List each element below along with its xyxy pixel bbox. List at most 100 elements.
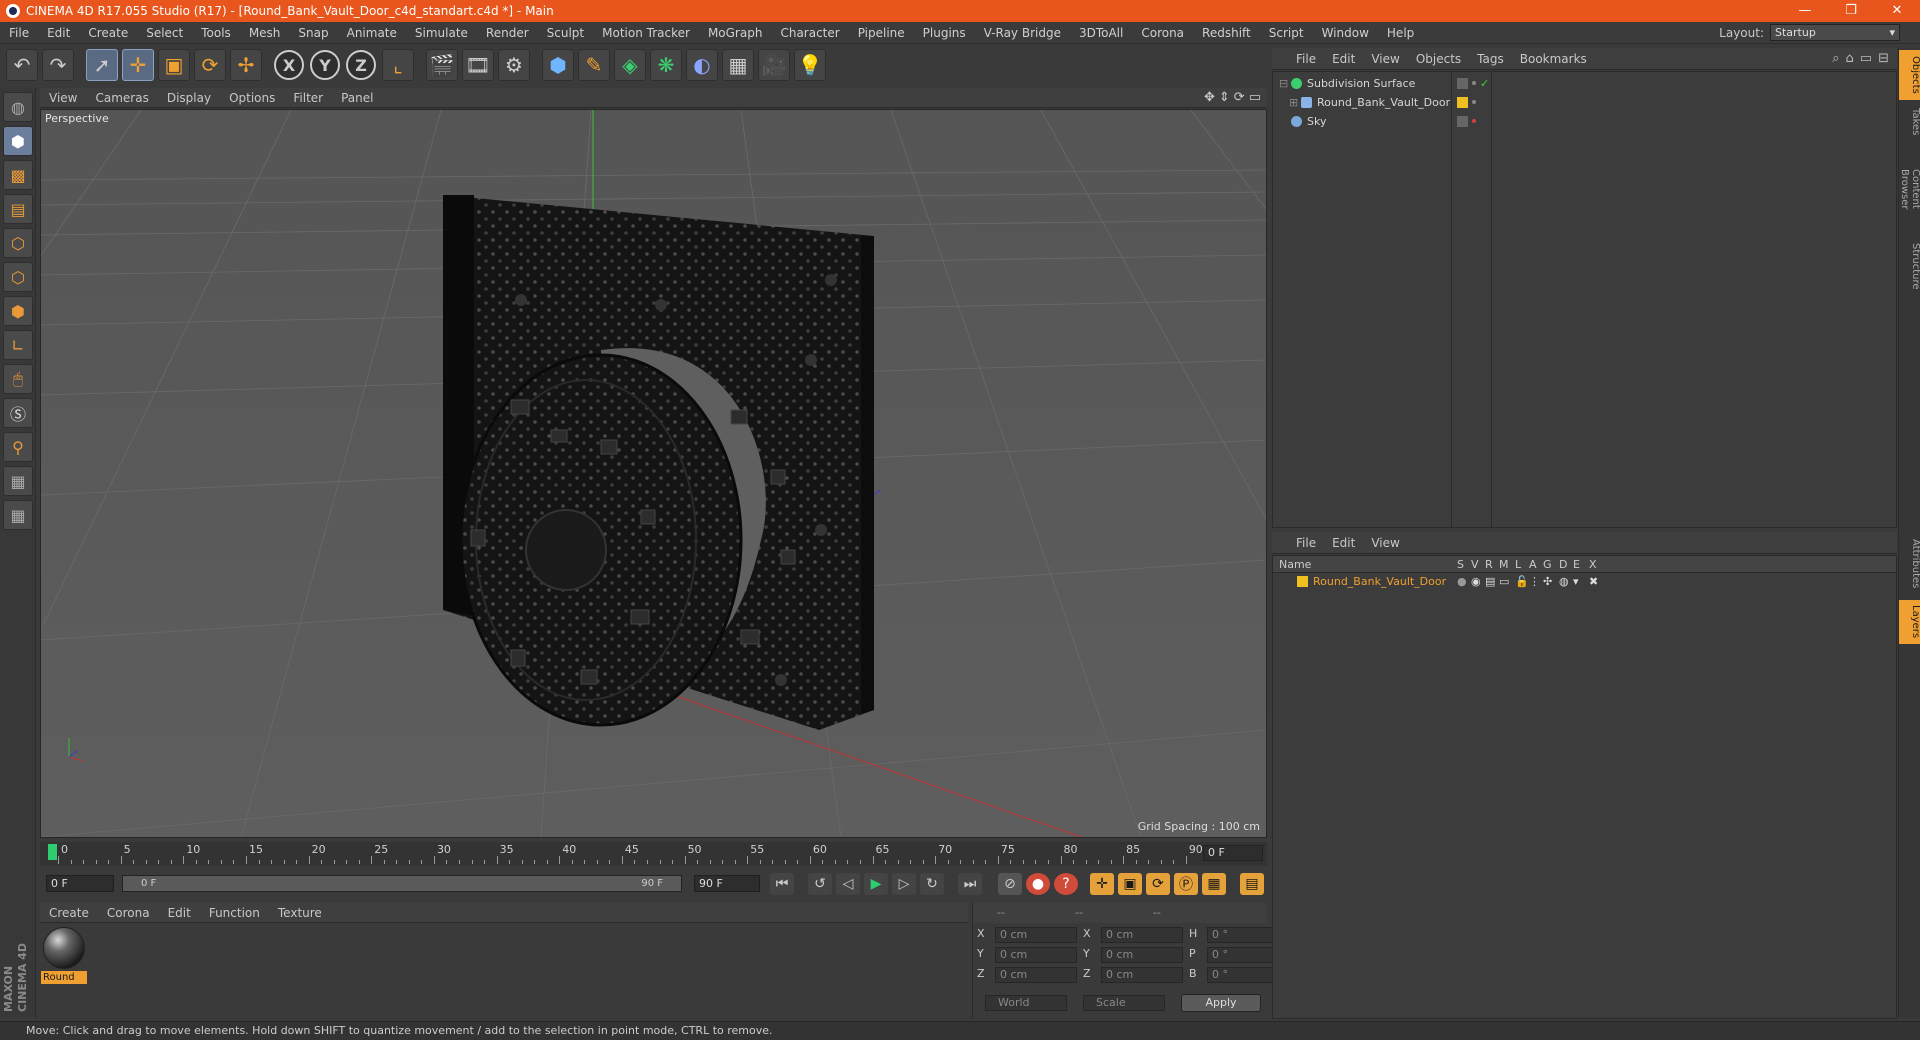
select-arrow-icon[interactable]: ➚	[86, 49, 118, 81]
lock-workplane-icon[interactable]: ▦	[3, 466, 33, 496]
material-menu-function[interactable]: Function	[200, 903, 269, 923]
pan-icon[interactable]: ✥	[1204, 90, 1215, 105]
key-parameter-icon[interactable]: Ⓟ	[1174, 873, 1198, 895]
viewport-menu-view[interactable]: View	[40, 88, 86, 108]
floor-grid-icon[interactable]: ▦	[722, 49, 754, 81]
timeline-playhead[interactable]	[48, 844, 57, 860]
coordinate-system-icon[interactable]: ⌞	[382, 49, 414, 81]
zoom-icon[interactable]: ⇕	[1219, 90, 1230, 105]
menu-character[interactable]: Character	[771, 22, 848, 44]
texture-mode-icon[interactable]: ▩	[3, 160, 33, 190]
next-frame-icon[interactable]: ▷	[892, 873, 916, 895]
column-animation[interactable]: A	[1529, 556, 1537, 573]
material-menu-create[interactable]: Create	[40, 903, 98, 923]
tab-layers[interactable]: Layers	[1899, 600, 1920, 644]
menu-edit[interactable]: Edit	[38, 22, 79, 44]
material-name-label[interactable]: Round	[41, 971, 87, 984]
previous-frame-icon[interactable]: ◁	[836, 873, 860, 895]
tab-structure[interactable]: Structure	[1899, 238, 1920, 294]
layer-tag-icon[interactable]	[1457, 78, 1468, 89]
size-z-field[interactable]: 0 cm	[1101, 967, 1183, 983]
tab-attributes[interactable]: Attributes	[1899, 532, 1920, 596]
menu-window[interactable]: Window	[1313, 22, 1378, 44]
array-cloner-icon[interactable]: ❋	[650, 49, 682, 81]
xref-toggle-icon[interactable]: ✖	[1589, 573, 1598, 590]
scale-tool-icon[interactable]: ▣	[158, 49, 190, 81]
position-y-field[interactable]: 0 cm	[995, 947, 1077, 963]
column-name[interactable]: Name	[1279, 556, 1311, 573]
column-locked[interactable]: L	[1515, 556, 1521, 573]
layer-color-swatch[interactable]	[1457, 97, 1468, 108]
menu-select[interactable]: Select	[137, 22, 192, 44]
position-z-field[interactable]: 0 cm	[995, 967, 1077, 983]
layers-menu-file[interactable]: File	[1288, 532, 1324, 554]
subdivision-surface-icon[interactable]: ◈	[614, 49, 646, 81]
menu-help[interactable]: Help	[1378, 22, 1423, 44]
model-mode-icon[interactable]: ⬢	[3, 126, 33, 156]
menu-mesh[interactable]: Mesh	[240, 22, 290, 44]
menu-redshift[interactable]: Redshift	[1193, 22, 1260, 44]
column-generators[interactable]: G	[1543, 556, 1552, 573]
coordinate-mode-dropdown[interactable]: World	[985, 995, 1067, 1011]
tab-content-browser[interactable]: Content Browser	[1899, 144, 1920, 234]
objects-menu-bookmarks[interactable]: Bookmarks	[1512, 48, 1595, 70]
tree-expand-icon[interactable]: ⊞	[1289, 93, 1298, 112]
orbit-icon[interactable]: ⟳	[1234, 90, 1245, 105]
tree-expand-icon[interactable]: ⊟	[1279, 74, 1288, 93]
record-active-icon[interactable]: ●	[1026, 873, 1050, 895]
render-settings-icon[interactable]: ⚙	[498, 49, 530, 81]
make-editable-icon[interactable]: ◍	[3, 92, 33, 122]
column-render[interactable]: R	[1485, 556, 1493, 573]
viewport-menu-options[interactable]: Options	[220, 88, 284, 108]
x-axis-lock-icon[interactable]: X	[274, 50, 304, 80]
object-row-sky[interactable]: Sky	[1273, 112, 1896, 131]
live-selection-icon[interactable]: ✢	[230, 49, 262, 81]
menu-script[interactable]: Script	[1260, 22, 1313, 44]
object-row-subdivision-surface[interactable]: ⊟ Subdivision Surface ✓	[1273, 74, 1896, 93]
objects-menu-view[interactable]: View	[1363, 48, 1407, 70]
column-deformers[interactable]: D	[1559, 556, 1567, 573]
expand-icon[interactable]: ⊟	[1878, 51, 1889, 66]
rotate-tool-icon[interactable]: ⟳	[194, 49, 226, 81]
move-tool-icon[interactable]: ✛	[122, 49, 154, 81]
menu-tools[interactable]: Tools	[192, 22, 240, 44]
tab-takes[interactable]: Takes	[1899, 104, 1920, 140]
render-picture-viewer-icon[interactable]: 🎞	[462, 49, 494, 81]
visibility-dot[interactable]	[1472, 81, 1476, 85]
enabled-check-icon[interactable]: ✓	[1480, 74, 1489, 93]
menu-pipeline[interactable]: Pipeline	[849, 22, 914, 44]
lock-toggle-icon[interactable]: 🔓	[1515, 573, 1529, 590]
objects-menu-file[interactable]: File	[1288, 48, 1324, 70]
column-solo[interactable]: S	[1457, 556, 1464, 573]
layer-row[interactable]: Round_Bank_Vault_Door ● ◉ ▤ ▭ 🔓 ⋮ ✣ ◍ ▾ …	[1273, 573, 1896, 590]
light-bulb-icon[interactable]: 💡	[794, 49, 826, 81]
menu-motion-tracker[interactable]: Motion Tracker	[593, 22, 699, 44]
menu-simulate[interactable]: Simulate	[406, 22, 477, 44]
points-mode-icon[interactable]: ⬡	[3, 228, 33, 258]
planar-workplane-icon[interactable]: ▦	[3, 500, 33, 530]
column-expressions[interactable]: E	[1573, 556, 1580, 573]
timeline-window-icon[interactable]: ▤	[1240, 873, 1264, 895]
animation-toggle-icon[interactable]: ⋮	[1529, 573, 1540, 590]
solo-toggle-icon[interactable]: ●	[1457, 573, 1467, 590]
objects-menu-edit[interactable]: Edit	[1324, 48, 1363, 70]
keyframe-selection-icon[interactable]: ⊘	[998, 873, 1022, 895]
column-manager[interactable]: M	[1499, 556, 1509, 573]
go-to-start-icon[interactable]: ⏮	[770, 873, 794, 895]
search-icon[interactable]: ⌕	[1832, 51, 1839, 66]
start-frame-field[interactable]: 0 F	[46, 875, 114, 892]
size-x-field[interactable]: 0 cm	[1101, 927, 1183, 943]
z-axis-lock-icon[interactable]: Z	[346, 50, 376, 80]
menu-create[interactable]: Create	[79, 22, 137, 44]
material-preview-sphere[interactable]	[43, 927, 85, 969]
go-to-end-icon[interactable]: ⏭	[958, 873, 982, 895]
end-frame-field[interactable]: 90 F	[694, 875, 760, 892]
column-xref[interactable]: X	[1589, 556, 1597, 573]
play-icon[interactable]: ▶	[864, 873, 888, 895]
current-frame-field[interactable]: 0 F	[1203, 845, 1263, 861]
minimize-button[interactable]: —	[1782, 0, 1828, 22]
visibility-dot[interactable]	[1472, 100, 1476, 104]
generators-toggle-icon[interactable]: ✣	[1543, 573, 1552, 590]
menu-vray-bridge[interactable]: V-Ray Bridge	[975, 22, 1070, 44]
home-icon[interactable]: ⌂	[1846, 51, 1854, 66]
